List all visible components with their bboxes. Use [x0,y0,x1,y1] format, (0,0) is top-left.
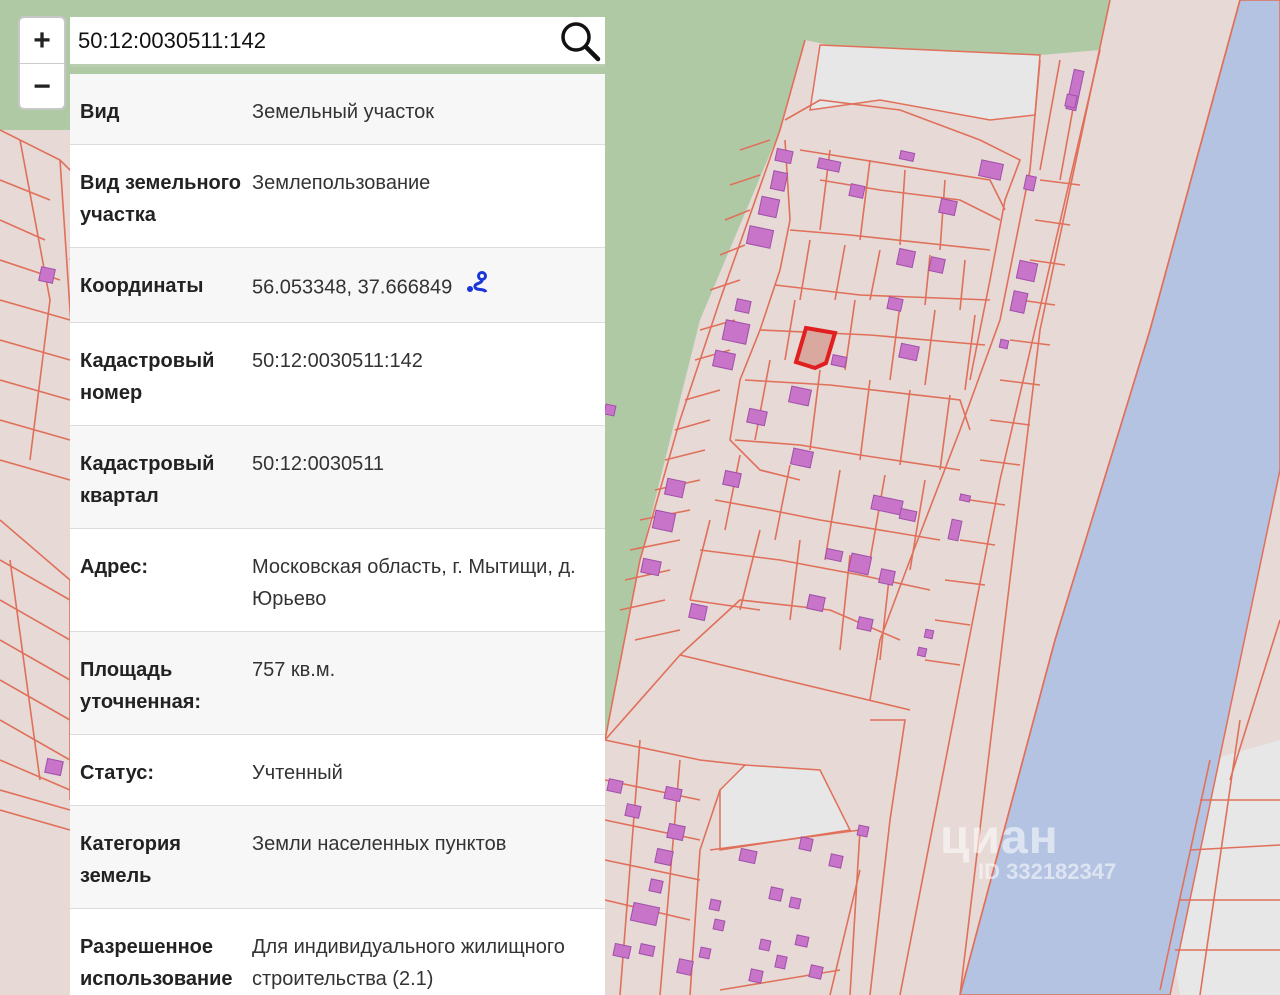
building [624,803,642,819]
info-value: Учтенный [252,762,343,784]
building [886,296,904,312]
info-row-area: Площадь уточненная: 757 кв.м. [70,631,605,734]
info-label: Координаты [80,275,204,297]
building [612,942,632,960]
building [938,197,958,217]
info-row-address: Адрес: Московская область, г. Мытищи, д.… [70,528,605,631]
building [895,247,917,269]
parcel-info-panel: Вид Земельный участок Вид земельного уча… [70,74,605,995]
info-label: Кадастровый номер [80,350,215,404]
info-row-land-category: Категория земель Земли населенных пункто… [70,805,605,908]
building [603,403,617,417]
building [788,896,802,910]
zoom-control: + − [18,16,66,110]
building [654,847,674,867]
building [708,898,722,912]
building [738,847,758,865]
info-row-permitted-use: Разрешенное использование Для индивидуал… [70,908,605,995]
info-value: 50:12:0030511 [252,453,384,475]
building [1023,174,1037,192]
info-row-status: Статус: Учтенный [70,734,605,805]
building [1064,93,1078,109]
building [789,447,815,469]
info-value: Земельный участок [252,101,435,123]
info-label: Разрешенное использование [80,936,233,990]
building [722,469,742,489]
cian-watermark: циан ID 332182347 [940,810,1116,885]
info-label: Вид [80,101,120,123]
building [898,342,920,362]
building [734,298,752,314]
building [666,822,686,842]
info-label: Статус: [80,762,155,784]
building [606,778,624,794]
zoom-in-button[interactable]: + [20,18,64,63]
info-value: Для индивидуального жилищного строительс… [252,936,565,990]
building [698,946,712,960]
route-icon[interactable] [464,270,490,306]
building [856,824,870,838]
building [1015,259,1039,283]
building [798,836,814,852]
info-value: 757 кв.м. [252,659,336,681]
building [748,968,764,984]
building [848,183,866,199]
building [794,934,810,948]
info-label: Кадастровый квартал [80,453,215,507]
building [923,628,935,640]
building [916,646,928,658]
info-row-cadastral-quarter: Кадастровый квартал 50:12:0030511 [70,425,605,528]
building [998,338,1010,350]
building [878,568,896,586]
info-row-parcel-type: Вид земельного участка Землепользование [70,144,605,247]
info-value-coordinates: 56.053348, 37.666849 [252,270,490,306]
info-row-coordinates: Координаты 56.053348, 37.666849 [70,247,605,322]
info-value: Московская область, г. Мытищи, д. Юрьево [252,556,576,610]
coordinates-text[interactable]: 56.053348, 37.666849 [252,276,452,298]
info-value: 50:12:0030511:142 [252,350,423,372]
building [663,785,683,803]
search-bar [70,17,605,67]
building [769,170,789,192]
zoom-out-button[interactable]: − [20,63,64,108]
watermark-id: ID 332182347 [978,859,1117,884]
building [746,407,768,427]
building [676,958,694,976]
building [44,757,64,777]
info-label: Адрес: [80,556,148,578]
building [856,616,874,632]
info-label: Категория земель [80,833,181,887]
building [828,853,844,869]
watermark-brand: циан [940,811,1059,864]
building [758,938,772,952]
search-icon[interactable] [555,18,605,64]
building [787,385,813,407]
building [768,886,784,902]
info-row-type: Вид Земельный участок [70,74,605,144]
building [648,878,664,894]
building [640,557,662,577]
building [830,354,848,368]
building [711,349,737,371]
building [806,593,826,613]
building [721,319,751,345]
building [757,195,781,219]
building [688,602,708,622]
building [774,954,788,970]
info-label: Площадь уточненная: [80,659,202,713]
info-label: Вид земельного участка [80,172,242,226]
building [638,943,656,957]
info-value: Землепользование [252,172,431,194]
building [774,147,794,165]
building [663,477,687,499]
building [38,266,56,284]
building [808,964,824,980]
search-input[interactable] [70,19,555,62]
building [712,918,726,932]
info-row-cadastral-number: Кадастровый номер 50:12:0030511:142 [70,322,605,425]
building [847,552,873,576]
building [928,256,946,274]
info-value: Земли населенных пунктов [252,833,507,855]
building [651,509,677,533]
